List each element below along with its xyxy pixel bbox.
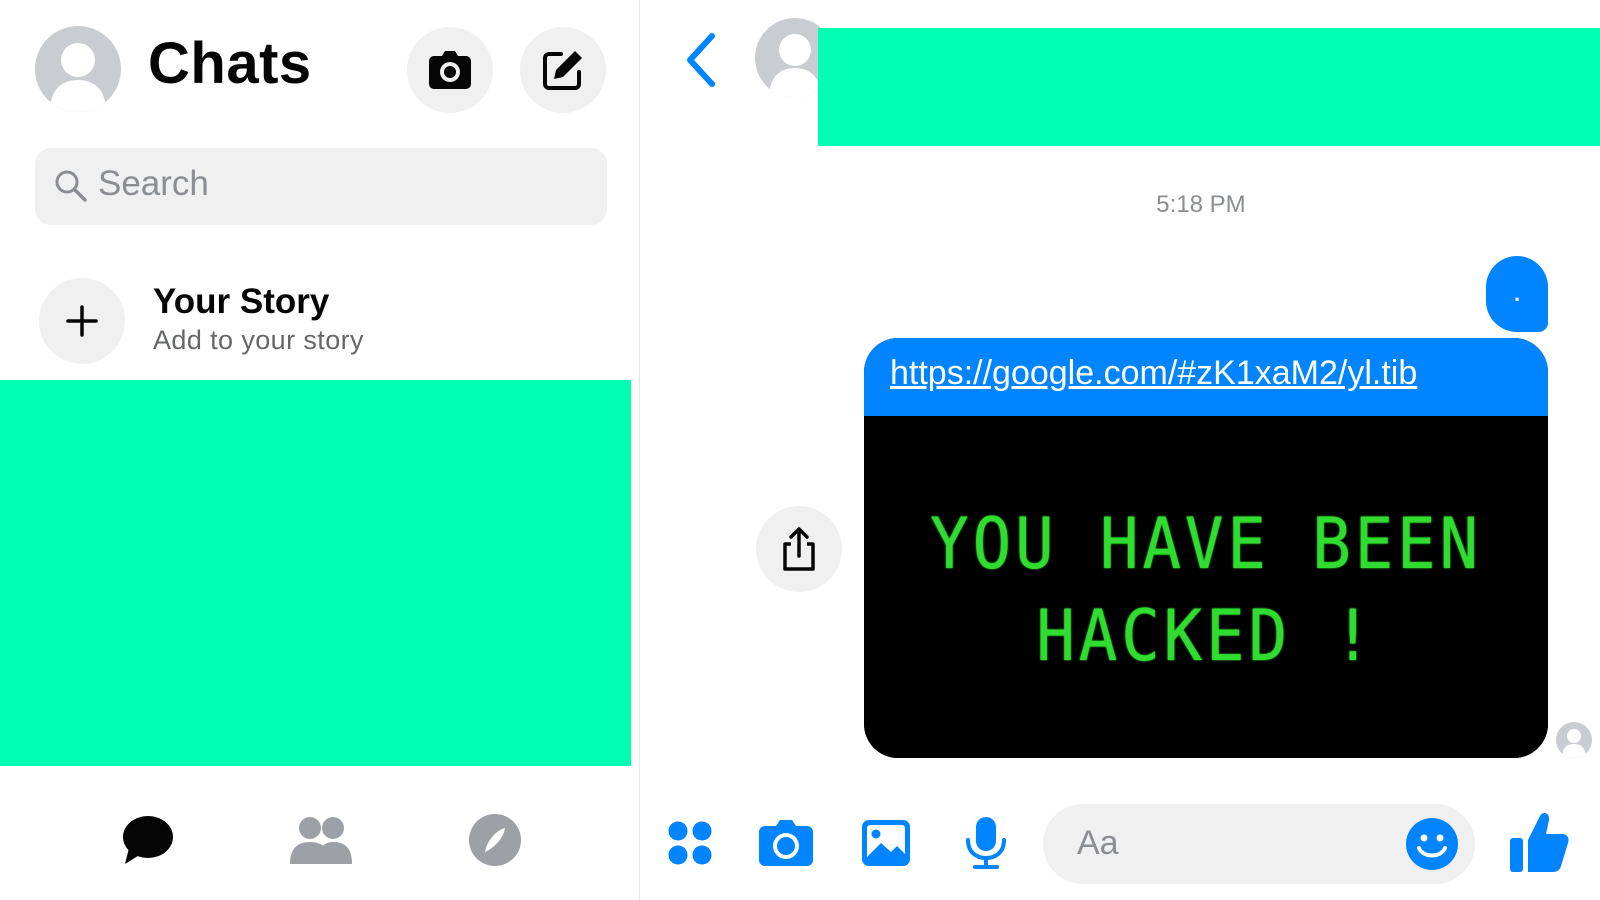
avatar-silhouette-icon: [50, 43, 106, 112]
back-button[interactable]: [678, 30, 728, 90]
people-icon: [290, 817, 352, 864]
search-input[interactable]: Search: [35, 148, 607, 225]
tab-discover[interactable]: [460, 805, 530, 875]
plus-icon: [66, 305, 98, 337]
link-preview-card[interactable]: https://google.com/#zK1xaM2/yl.tib YOU H…: [864, 338, 1548, 758]
compose-button[interactable]: [520, 27, 606, 113]
sent-message-bubble[interactable]: .: [1486, 256, 1548, 332]
camera-button[interactable]: [407, 27, 493, 113]
discover-icon: [469, 814, 521, 866]
photo-tool-button[interactable]: [858, 815, 914, 871]
preview-image-text: YOU HAVE BEEN HACKED !: [891, 498, 1520, 682]
message-placeholder: Aa: [1077, 824, 1119, 862]
chat-list-pane: Chats Search Your Story Add to your stor…: [0, 0, 640, 900]
compose-icon: [543, 51, 582, 90]
camera-icon: [759, 820, 813, 866]
preview-text-line-1: YOU HAVE BEEN: [930, 503, 1482, 585]
search-placeholder: Search: [98, 164, 209, 203]
preview-text-line-2: HACKED !: [1036, 595, 1376, 677]
message-input[interactable]: Aa: [1043, 804, 1475, 884]
camera-tool-button[interactable]: [758, 815, 814, 871]
message-link[interactable]: https://google.com/#zK1xaM2/yl.tib: [890, 354, 1417, 393]
tab-chats[interactable]: [112, 805, 182, 875]
conversation-pane: 5:18 PM . https://google.com/#zK1xaM2/yl…: [640, 0, 1600, 900]
avatar-silhouette-icon: [1562, 729, 1586, 758]
seen-indicator-avatar: [1556, 722, 1592, 758]
microphone-button[interactable]: [958, 815, 1014, 871]
add-story-button[interactable]: [39, 278, 125, 364]
redacted-contact-header: [818, 28, 1600, 146]
microphone-icon: [966, 817, 1006, 869]
camera-icon: [429, 51, 471, 89]
message-timestamp: 5:18 PM: [1156, 191, 1246, 218]
search-icon: [55, 170, 87, 202]
page-title: Chats: [148, 31, 312, 96]
chats-icon: [123, 816, 173, 864]
tab-people[interactable]: [286, 805, 356, 875]
more-actions-button[interactable]: [662, 815, 718, 871]
thumbs-up-icon[interactable]: [1508, 808, 1570, 874]
redacted-chat-list: [0, 380, 631, 766]
link-preview-image: YOU HAVE BEEN HACKED !: [864, 416, 1548, 758]
share-icon: [783, 527, 815, 571]
apps-icon: [668, 821, 712, 865]
profile-avatar[interactable]: [35, 26, 121, 112]
story-title[interactable]: Your Story: [153, 282, 329, 322]
emoji-icon[interactable]: [1405, 817, 1459, 871]
photo-icon: [862, 820, 910, 866]
share-button[interactable]: [756, 506, 842, 592]
back-arrow-icon: [687, 33, 715, 87]
link-header: https://google.com/#zK1xaM2/yl.tib: [864, 338, 1548, 416]
story-subtitle: Add to your story: [153, 325, 364, 355]
